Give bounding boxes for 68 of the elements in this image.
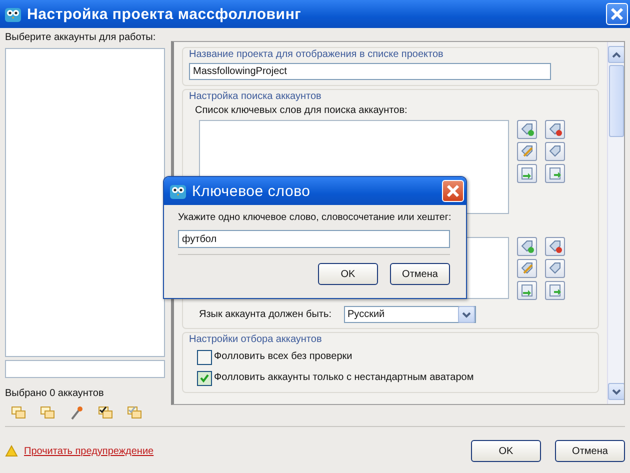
chevron-down-icon [462,312,471,318]
close-button[interactable] [442,180,464,202]
tag-icon [548,144,562,159]
ok-button[interactable]: OK [318,263,378,285]
cancel-button[interactable]: Отмена [390,263,450,285]
toolbar-button[interactable] [517,281,537,300]
tag-remove-icon [548,122,562,137]
windows-icon[interactable] [11,406,26,420]
tag-remove-icon [548,239,562,254]
owl-logo-icon [169,182,187,200]
import-icon [520,166,534,181]
keyword-field[interactable]: футбол [178,230,450,248]
group-legend: Настройка поиска аккаунтов [189,91,592,102]
cancel-button[interactable]: Отмена [555,440,625,462]
magic-wand-icon[interactable] [69,406,84,420]
close-button[interactable] [606,3,628,25]
unchecked-window-icon[interactable] [127,406,142,420]
window-icon[interactable] [40,406,55,420]
checked-window-icon[interactable] [98,406,113,420]
chevron-up-icon [612,52,620,58]
tag-edit-icon [520,261,534,276]
warning-link[interactable]: Прочитать предупреждение [24,446,465,456]
group-legend: Название проекта для отображения в списке проектов [189,49,592,60]
scroll-up-button[interactable] [608,46,624,63]
export-icon [548,283,562,298]
import-icon [520,283,534,298]
dialog-title: Ключевое слово [192,182,312,200]
toolbar-button[interactable] [517,237,537,256]
checkmark-icon [200,374,209,382]
ok-button[interactable]: OK [471,440,541,462]
scroll-down-button[interactable] [608,383,624,400]
toolbar-button[interactable] [517,120,537,139]
toolbar-button[interactable] [517,142,537,161]
export-icon [548,166,562,181]
language-select[interactable]: Русский [344,306,476,323]
close-icon [446,184,460,198]
toolbar-button[interactable] [517,164,537,183]
selected-count: Выбрано 0 аккаунтов [5,388,105,400]
close-icon [610,7,624,21]
tag-edit-icon [520,144,534,159]
toolbar-button[interactable] [545,259,565,278]
accounts-label: Выберите аккаунты для работы: [5,32,157,44]
filter-field[interactable] [5,360,165,378]
toolbar-button[interactable] [545,120,565,139]
project-name-field[interactable]: MassfollowingProject [189,63,551,80]
checkbox-label: Фолловить аккаунты только с нестандартным аватаром [214,372,474,384]
checkbox[interactable] [197,350,212,364]
warning-icon [5,445,18,457]
tag-add-icon [520,122,534,137]
toolbar-button[interactable] [545,142,565,161]
scroll-thumb[interactable] [608,65,624,137]
toolbar-button[interactable] [517,259,537,278]
group-legend: Настройки отбора аккаунтов [189,334,592,345]
checkbox-label: Фолловить всех без проверки [214,351,352,363]
scrollbar[interactable] [607,42,624,404]
tag-icon [548,261,562,276]
toolbar-button[interactable] [545,281,565,300]
window-title: Настройка проекта массфолловинг [27,6,302,22]
toolbar-button[interactable] [545,164,565,183]
tag-add-icon [520,239,534,254]
owl-logo-icon [4,5,22,23]
dialog-prompt: Укажите одно ключевое слово, словосочетание или хештег: [178,211,452,224]
toolbar-button[interactable] [545,237,565,256]
checkbox[interactable] [197,370,212,386]
language-label: Язык аккаунта должен быть: [199,308,332,320]
dropdown-button[interactable] [458,306,475,323]
keywords-label: Список ключевых слов для поиска аккаунтов: [194,105,408,117]
chevron-down-icon [612,388,620,394]
